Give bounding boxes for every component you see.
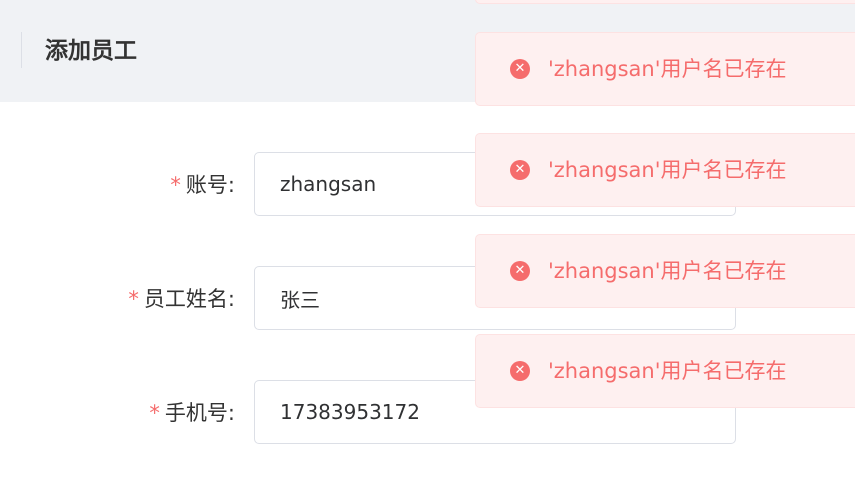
required-mark: * bbox=[128, 287, 139, 311]
error-toast: ✕ 'zhangsan'用户名已存在 bbox=[475, 234, 855, 308]
error-toast: ✕ 'zhangsan'用户名已存在 bbox=[475, 334, 855, 408]
toast-message: 'zhangsan'用户名已存在 bbox=[548, 359, 787, 383]
phone-label: * 手机号: bbox=[149, 398, 235, 428]
toast-message: 'zhangsan'用户名已存在 bbox=[548, 158, 787, 182]
error-toast-partial bbox=[475, 0, 855, 4]
required-mark: * bbox=[170, 173, 181, 197]
error-circle-icon: ✕ bbox=[510, 59, 530, 79]
phone-label-text: 手机号: bbox=[164, 401, 235, 425]
error-circle-icon: ✕ bbox=[510, 361, 530, 381]
toast-message: 'zhangsan'用户名已存在 bbox=[548, 57, 787, 81]
error-toast: ✕ 'zhangsan'用户名已存在 bbox=[475, 32, 855, 106]
page-title: 添加员工 bbox=[45, 38, 137, 64]
error-circle-icon: ✕ bbox=[510, 160, 530, 180]
add-employee-page: 添加员工 *账号: *员工姓名: *手机号: ✕ 'zhangsan'用户名已存… bbox=[0, 0, 855, 484]
error-circle-icon: ✕ bbox=[510, 261, 530, 281]
account-label: * 账号: bbox=[170, 170, 235, 200]
toast-message: 'zhangsan'用户名已存在 bbox=[548, 259, 787, 283]
required-mark: * bbox=[149, 401, 160, 425]
error-toast: ✕ 'zhangsan'用户名已存在 bbox=[475, 133, 855, 207]
account-label-text: 账号: bbox=[185, 173, 235, 197]
employee-name-label-text: 员工姓名: bbox=[143, 287, 235, 311]
header-divider bbox=[21, 32, 22, 68]
employee-name-label: * 员工姓名: bbox=[128, 284, 235, 314]
